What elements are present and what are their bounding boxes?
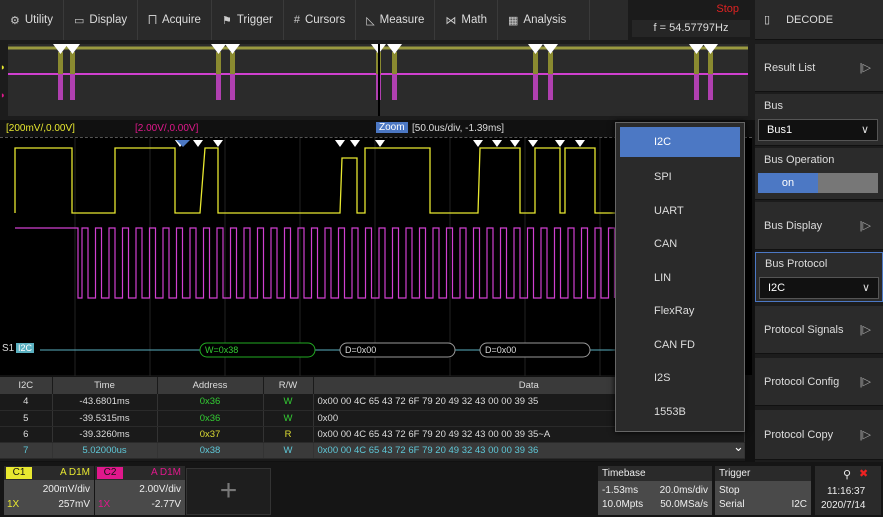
ch1-marker-icon: ◗ <box>0 62 5 72</box>
menu-measure[interactable]: ◺Measure <box>356 0 435 40</box>
hash-icon: # <box>294 14 300 26</box>
menu-display[interactable]: ▭Display <box>64 0 138 40</box>
run-status: Stop f = 54.57797Hz <box>628 0 755 40</box>
decode-segment: D=0x00 <box>345 345 376 355</box>
decode-icon: ▯ <box>764 14 770 26</box>
bus-select[interactable]: BusBus1∨ <box>755 94 883 146</box>
col-header: I2C <box>0 377 52 394</box>
protocol-option[interactable]: I2S <box>616 362 744 396</box>
bus-protocol-select[interactable]: Bus ProtocolI2C∨ <box>755 252 883 302</box>
ch1-scale: [200mV/,0.00V] <box>6 123 75 134</box>
chevron-down-icon: ∨ <box>862 278 870 298</box>
col-header: Time <box>52 377 157 394</box>
overview-waveform[interactable]: ◗ ◗ <box>0 40 755 120</box>
menu-analysis[interactable]: ▦Analysis <box>498 0 590 40</box>
chevron-down-icon: ∨ <box>861 120 869 140</box>
acquire-icon: ⨅ <box>148 14 157 27</box>
result-list-button[interactable]: Result List|▷ <box>755 44 883 92</box>
chevron-right-icon: |▷ <box>860 306 871 354</box>
gear-icon: ⚙ <box>10 14 20 27</box>
protocol-option[interactable]: SPI <box>616 161 744 195</box>
network-disconnected-icon: ✖ <box>859 467 868 480</box>
decode-header: ▯DECODE <box>755 0 883 40</box>
clock: ⚲✖ 11:16:37 2020/7/14 <box>815 466 881 515</box>
run-state[interactable]: Stop <box>716 3 739 15</box>
chevron-right-icon: |▷ <box>860 202 871 250</box>
ch2-scale: [2.00V/,0.00V] <box>135 123 198 134</box>
measure-icon: ◺ <box>366 14 374 27</box>
ch1-info[interactable]: C1A D1M 200mV/div 1X 257mV <box>4 466 94 515</box>
frequency-counter: f = 54.57797Hz <box>632 20 750 37</box>
col-header: Address <box>157 377 263 394</box>
protocol-config-button[interactable]: Protocol Config|▷ <box>755 358 883 406</box>
ch2-marker-icon: ◗ <box>0 90 5 100</box>
protocol-signals-button[interactable]: Protocol Signals|▷ <box>755 306 883 354</box>
protocol-option[interactable]: FlexRay <box>616 295 744 329</box>
protocol-dropdown: I2C SPIUARTCANLINFlexRayCAN FDI2S1553B <box>615 122 745 432</box>
s1-label: S1 <box>2 343 14 354</box>
menu-trigger[interactable]: ⚑Trigger <box>212 0 284 40</box>
zoom-label[interactable]: Zoom <box>376 122 408 133</box>
bus-tag: I2C <box>16 343 34 353</box>
col-header: R/W <box>263 377 313 394</box>
usb-icon: ⚲ <box>843 468 851 481</box>
decode-segment: D=0x00 <box>485 345 516 355</box>
status-bar: C1A D1M 200mV/div 1X 257mV C2A D1M 2.00V… <box>0 462 883 517</box>
trigger-info[interactable]: Trigger Stop SerialI2C <box>715 466 811 515</box>
add-channel-icon[interactable]: + <box>186 468 271 515</box>
protocol-option[interactable]: 1553B <box>616 396 744 430</box>
chevron-right-icon: |▷ <box>860 44 871 92</box>
protocol-option[interactable]: CAN <box>616 228 744 262</box>
math-icon: ⋈ <box>445 14 456 27</box>
menu-utility[interactable]: ⚙Utility <box>0 0 64 40</box>
protocol-option[interactable]: UART <box>616 195 744 229</box>
protocol-option[interactable]: CAN FD <box>616 329 744 363</box>
analysis-icon: ▦ <box>508 14 518 27</box>
display-icon: ▭ <box>74 14 84 27</box>
decode-panel: ▯DECODE Result List|▷ BusBus1∨ Bus Opera… <box>755 0 883 462</box>
scale-bar: [200mV/,0.00V] [2.00V/,0.00V] Zoom [50.0… <box>0 120 615 137</box>
zoom-info: [50.0us/div, -1.39ms] <box>412 123 504 134</box>
bus-operation-toggle[interactable]: Bus Operation on <box>755 148 883 200</box>
timebase-info[interactable]: Timebase -1.53ms20.0ms/div 10.0Mpts50.0M… <box>598 466 712 515</box>
protocol-option[interactable]: I2C <box>620 127 740 157</box>
ch2-info[interactable]: C2A D1M 2.00V/div 1X -2.77V <box>95 466 185 515</box>
menu-math[interactable]: ⋈Math <box>435 0 498 40</box>
scroll-down-icon[interactable]: ⌄ <box>733 439 744 455</box>
protocol-option[interactable]: LIN <box>616 262 744 296</box>
protocol-copy-button[interactable]: Protocol Copy|▷ <box>755 410 883 460</box>
table-row[interactable]: 75.02000us0x38W0x00 00 4C 65 43 72 6F 79… <box>0 442 745 458</box>
chevron-right-icon: |▷ <box>860 410 871 460</box>
decode-segment: W=0x38 <box>205 345 238 355</box>
menu-acquire[interactable]: ⨅Acquire <box>138 0 212 40</box>
bus-display-button[interactable]: Bus Display|▷ <box>755 202 883 250</box>
chevron-right-icon: |▷ <box>860 358 871 406</box>
flag-icon: ⚑ <box>222 14 232 27</box>
menu-cursors[interactable]: #Cursors <box>284 0 356 40</box>
